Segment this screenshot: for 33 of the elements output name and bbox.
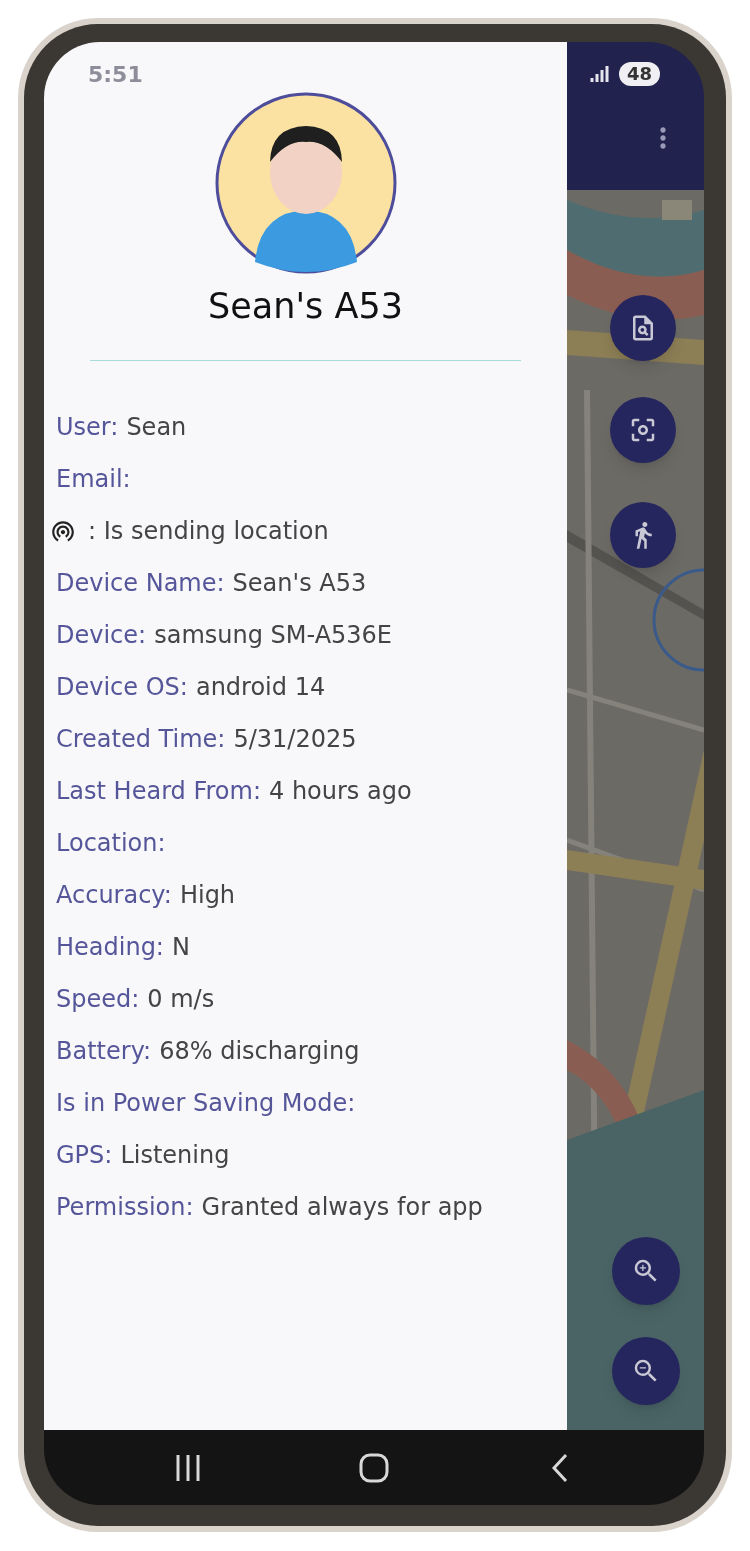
field-label: Device OS: bbox=[56, 672, 188, 703]
field-label: Device: bbox=[56, 620, 147, 651]
field-value: 68% discharging bbox=[159, 1036, 360, 1067]
field-value: android 14 bbox=[195, 672, 326, 703]
field-value: Sean's A53 bbox=[232, 568, 367, 599]
status-text: : Is sending location bbox=[88, 516, 329, 547]
field-label: GPS: bbox=[56, 1140, 113, 1171]
field-label: User: bbox=[56, 412, 119, 443]
field-value: samsung SM-A536E bbox=[154, 620, 392, 651]
field-label: Location: bbox=[56, 828, 166, 859]
signal-icon bbox=[588, 64, 611, 84]
field-value: Granted always for app bbox=[201, 1192, 483, 1223]
field-label: Permission: bbox=[56, 1192, 194, 1223]
field-label: Accuracy: bbox=[56, 880, 172, 911]
field-value: 4 hours ago bbox=[269, 776, 412, 807]
field-value: Listening bbox=[120, 1140, 230, 1171]
status-time: 5:51 bbox=[88, 60, 143, 89]
field-value: 0 m/s bbox=[147, 984, 215, 1015]
field-label: Email: bbox=[56, 464, 131, 495]
field-label: Device Name: bbox=[56, 568, 225, 599]
field-value: 5/31/2025 bbox=[233, 724, 357, 755]
field-label: Created Time: bbox=[56, 724, 226, 755]
field-value: N bbox=[171, 932, 190, 963]
home-icon[interactable] bbox=[358, 1452, 390, 1483]
field-label: Last Heard From: bbox=[56, 776, 261, 807]
field-label: Battery: bbox=[56, 1036, 152, 1067]
broadcast-icon bbox=[50, 518, 76, 544]
field-label: Speed: bbox=[56, 984, 140, 1015]
device-title: Sean's A53 bbox=[207, 285, 404, 328]
field-value: High bbox=[179, 880, 236, 911]
field-value: Sean bbox=[126, 412, 187, 443]
field-label: Is in Power Saving Mode: bbox=[56, 1088, 356, 1119]
field-label: Heading: bbox=[56, 932, 164, 963]
